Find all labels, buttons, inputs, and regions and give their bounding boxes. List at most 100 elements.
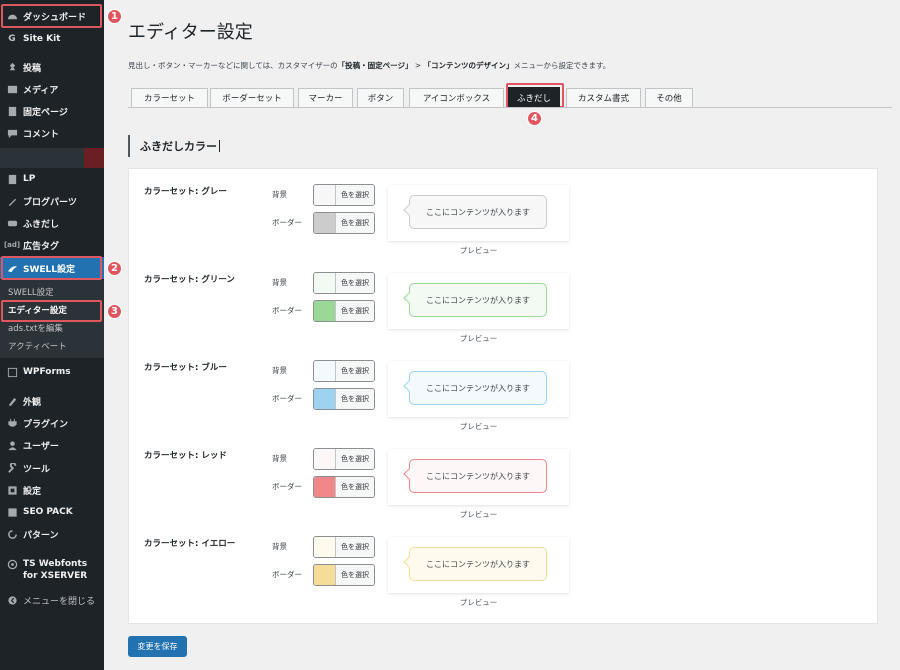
media-icon: [6, 83, 18, 95]
background-color-picker[interactable]: 色を選択: [313, 536, 375, 558]
background-color-picker[interactable]: 色を選択: [313, 448, 375, 470]
tab-button[interactable]: ボタン: [357, 88, 404, 108]
balloon-preview: ここにコンテンツが入ります: [388, 449, 569, 505]
balloon-preview: ここにコンテンツが入ります: [388, 537, 569, 593]
background-color-picker[interactable]: 色を選択: [313, 272, 375, 294]
preview-bubble: ここにコンテンツが入ります: [403, 459, 547, 493]
swell-icon: [6, 262, 18, 274]
menu-adtag[interactable]: [ad] 広告タグ: [0, 234, 104, 256]
badge-1: 1: [107, 9, 122, 24]
desc-prefix: 見出し・ボタン・マーカーなどに関しては、カスタマイザーの: [128, 61, 338, 70]
menu-label: ツール: [23, 464, 51, 475]
menu-ts-webfonts[interactable]: TS Webfonts for XSERVER: [0, 556, 104, 586]
submenu-swell-settings[interactable]: SWELL設定: [0, 283, 104, 301]
tab-border-set[interactable]: ボーダーセット: [210, 88, 294, 108]
select-color-label: 色を選択: [336, 361, 374, 381]
select-color-label: 色を選択: [336, 213, 374, 233]
select-color-label: 色を選択: [336, 185, 374, 205]
balloon-preview: ここにコンテンツが入ります: [388, 361, 569, 417]
balloon-icon: [6, 217, 18, 229]
color-set-name: カラーセット: イエロー: [144, 539, 236, 549]
tab-color-set[interactable]: カラーセット: [131, 88, 208, 108]
menu-wpforms[interactable]: WPForms: [0, 361, 104, 383]
bubble-tail: [403, 556, 415, 568]
background-label: 背景: [272, 190, 287, 199]
border-color-picker[interactable]: 色を選択: [313, 300, 375, 322]
tab-custom-format[interactable]: カスタム書式: [566, 88, 641, 108]
wpforms-icon: [6, 366, 18, 378]
menu-media[interactable]: メディア: [0, 78, 104, 100]
bubble-tail: [403, 380, 415, 392]
menu-label: ブログパーツ: [23, 197, 77, 208]
section-heading-text: ふきだしカラー: [140, 140, 217, 153]
bubble-tail: [403, 292, 415, 304]
page-title: エディター設定: [128, 22, 253, 43]
menu-label: 設定: [23, 486, 42, 497]
color-swatch: [314, 389, 336, 409]
border-color-picker[interactable]: 色を選択: [313, 212, 375, 234]
submenu-activate[interactable]: アクティベート: [0, 337, 104, 355]
menu-dashboard[interactable]: ダッシュボード: [0, 5, 104, 27]
select-color-label: 色を選択: [336, 477, 374, 497]
preview-bubble: ここにコンテンツが入ります: [403, 547, 547, 581]
color-set-name: カラーセット: ブルー: [144, 363, 227, 373]
border-label: ボーダー: [272, 570, 302, 579]
menu-label: SWELL設定: [23, 264, 76, 275]
menu-label: SEO PACK: [23, 507, 73, 517]
select-color-label: 色を選択: [336, 301, 374, 321]
submenu-editor-settings[interactable]: エディター設定: [0, 301, 104, 319]
color-swatch: [314, 537, 336, 557]
border-color-picker[interactable]: 色を選択: [313, 388, 375, 410]
color-swatch: [314, 449, 336, 469]
menu-users[interactable]: ユーザー: [0, 434, 104, 456]
preview-caption: プレビュー: [459, 334, 498, 343]
menu-posts[interactable]: 投稿: [0, 56, 104, 78]
tab-other[interactable]: その他: [645, 88, 693, 108]
menu-balloon[interactable]: ふきだし: [0, 212, 104, 234]
select-color-label: 色を選択: [336, 389, 374, 409]
color-swatch: [314, 185, 336, 205]
bubble-tail: [403, 468, 415, 480]
menu-appearance[interactable]: 外観: [0, 390, 104, 412]
color-swatch: [314, 301, 336, 321]
background-color-picker[interactable]: 色を選択: [313, 184, 375, 206]
border-label: ボーダー: [272, 306, 302, 315]
menu-blogparts[interactable]: ブログパーツ: [0, 190, 104, 212]
border-color-picker[interactable]: 色を選択: [313, 476, 375, 498]
background-color-picker[interactable]: 色を選択: [313, 360, 375, 382]
collapse-menu-button[interactable]: メニューを閉じる: [0, 589, 104, 611]
save-button[interactable]: 変更を保存: [128, 636, 187, 657]
menu-label: Site Kit: [23, 34, 61, 44]
desc-separator: >: [412, 61, 424, 70]
menu-comments[interactable]: コメント: [0, 122, 104, 144]
menu-lp[interactable]: LP: [0, 168, 104, 190]
color-swatch: [314, 565, 336, 585]
menu-label: 広告タグ: [23, 241, 60, 252]
lp-icon: [6, 173, 18, 185]
menu-settings[interactable]: 設定: [0, 479, 104, 501]
border-color-picker[interactable]: 色を選択: [313, 564, 375, 586]
color-set-name: カラーセット: レッド: [144, 451, 227, 461]
tab-marker[interactable]: マーカー: [298, 88, 353, 108]
menu-swell-settings[interactable]: SWELL設定: [0, 257, 104, 279]
preview-caption: プレビュー: [459, 510, 498, 519]
appearance-icon: [6, 395, 18, 407]
menu-label: LP: [23, 174, 36, 184]
select-color-label: 色を選択: [336, 449, 374, 469]
preview-bubble: ここにコンテンツが入ります: [403, 195, 547, 229]
menu-patterns[interactable]: パターン: [0, 523, 104, 545]
menu-seo-pack[interactable]: SEO PACK: [0, 501, 104, 523]
menu-pages[interactable]: 固定ページ: [0, 100, 104, 122]
preview-caption: プレビュー: [459, 598, 498, 607]
submenu-ads-txt[interactable]: ads.txtを編集: [0, 319, 104, 337]
desc-bold-content-design: 「コンテンツのデザイン」: [423, 61, 514, 70]
menu-sitekit[interactable]: G Site Kit: [0, 28, 104, 50]
tool-icon: [6, 462, 18, 474]
tab-icon-box[interactable]: アイコンボックス: [409, 88, 504, 108]
menu-plugins[interactable]: プラグイン: [0, 412, 104, 434]
swell-submenu: SWELL設定 エディター設定 ads.txtを編集 アクティベート: [0, 280, 104, 358]
background-label: 背景: [272, 454, 287, 463]
tab-balloon[interactable]: ふきだし: [508, 87, 560, 108]
menu-label: ダッシュボード: [23, 12, 87, 23]
menu-tools[interactable]: ツール: [0, 457, 104, 479]
